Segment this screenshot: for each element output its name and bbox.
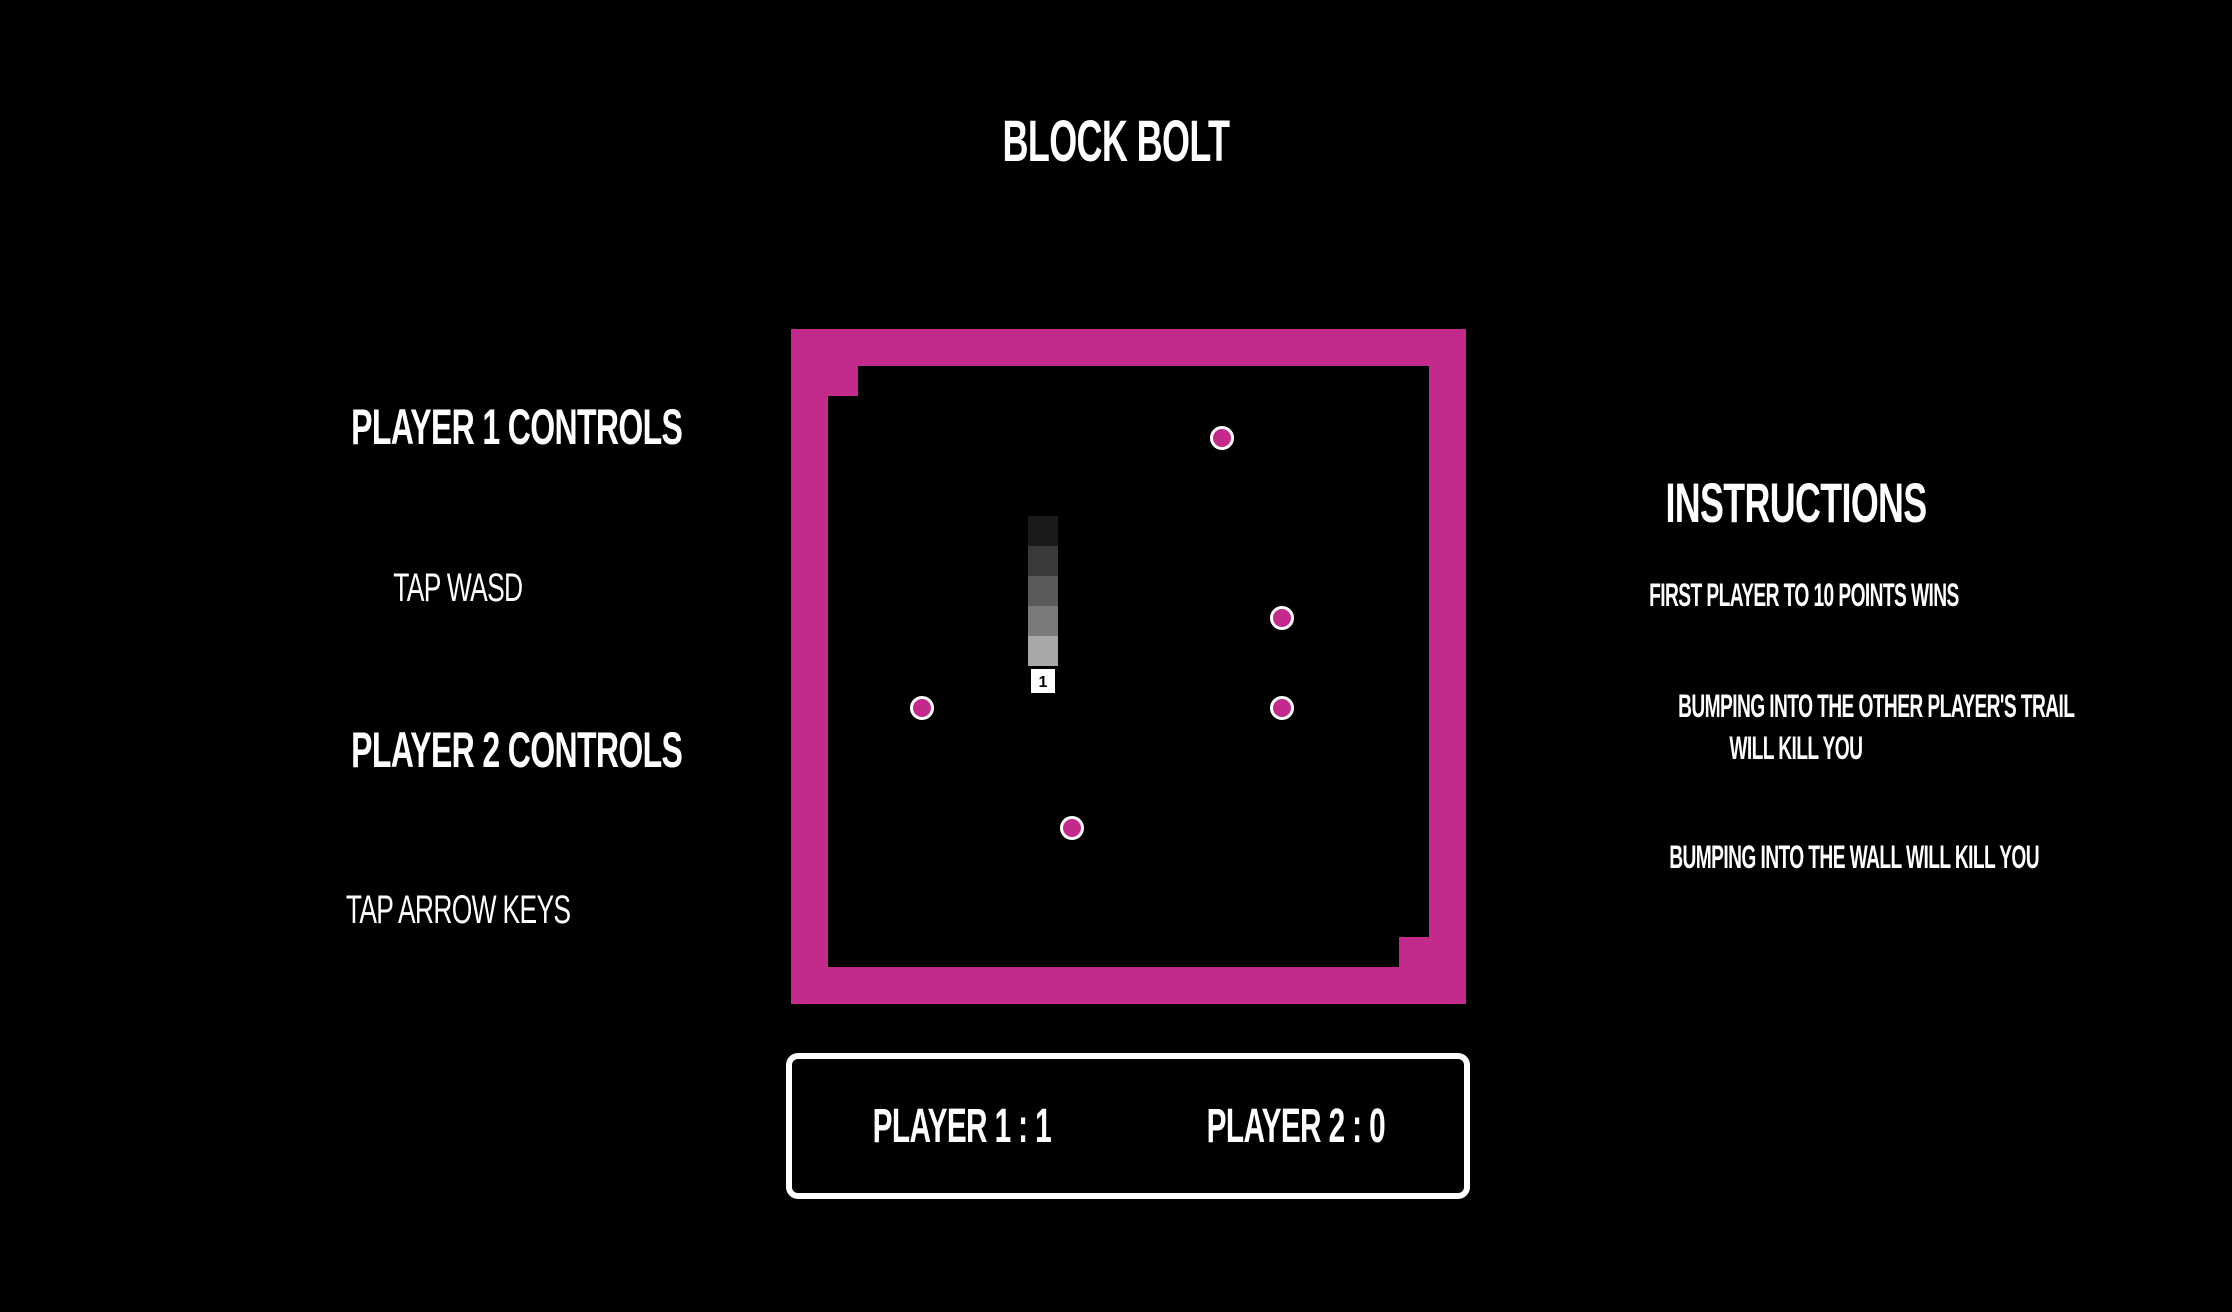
wall-corner-block: [828, 366, 858, 396]
player1-score: PLAYER 1 : 1: [872, 1100, 1052, 1153]
game-board[interactable]: 1: [791, 329, 1466, 1004]
player2-controls-heading: PLAYER 2 CONTROLS: [351, 722, 683, 778]
instruction-line: WILL KILL YOU: [1729, 730, 1863, 766]
trail-segment: [1028, 546, 1058, 576]
player2-score: PLAYER 2 : 0: [1206, 1100, 1386, 1153]
player2-keys-wrap: TAP ARROW KEYS: [258, 888, 658, 933]
instructions-heading-wrap: INSTRUCTIONS: [1546, 470, 2046, 535]
player1-keys-text: TAP WASD: [393, 566, 523, 610]
wall-corner-block: [1399, 937, 1429, 967]
player2-controls-heading-wrap: PLAYER 2 CONTROLS: [258, 721, 683, 779]
instructions-heading: INSTRUCTIONS: [1665, 471, 1927, 534]
trail-segment: [1028, 636, 1058, 666]
scoreboard: PLAYER 1 : 1 PLAYER 2 : 0: [786, 1053, 1470, 1199]
player1-controls-heading: PLAYER 1 CONTROLS: [351, 399, 683, 455]
game-title: BLOCK BOLT: [1002, 109, 1230, 174]
instruction-line: BUMPING INTO THE OTHER PLAYER'S TRAIL: [1678, 688, 2075, 724]
pellet: [910, 696, 934, 720]
trail-segment: [1028, 576, 1058, 606]
player1-controls-heading-wrap: PLAYER 1 CONTROLS: [258, 398, 683, 456]
pellet: [1210, 426, 1234, 450]
instruction-line-wrap: BUMPING INTO THE OTHER PLAYER'S TRAIL: [1546, 685, 2075, 727]
player2-score-wrap: PLAYER 2 : 0: [1146, 1099, 1446, 1154]
player2-keys-text: TAP ARROW KEYS: [345, 888, 571, 932]
controls-panel: PLAYER 1 CONTROLS TAP WASD PLAYER 2 CONT…: [258, 0, 683, 1312]
trail-segment: [1028, 606, 1058, 636]
pellet: [1060, 816, 1084, 840]
instruction-line-wrap: FIRST PLAYER TO 10 POINTS WINS: [1546, 574, 2046, 616]
pellet: [1270, 606, 1294, 630]
instruction-line: FIRST PLAYER TO 10 POINTS WINS: [1649, 577, 1959, 613]
player1-head: 1: [1031, 669, 1055, 693]
instructions-panel: INSTRUCTIONS FIRST PLAYER TO 10 POINTS W…: [1546, 0, 2075, 1312]
trail-segment: [1028, 516, 1058, 546]
instruction-line-wrap: BUMPING INTO THE WALL WILL KILL YOU: [1546, 836, 2046, 878]
instruction-line: BUMPING INTO THE WALL WILL KILL YOU: [1669, 839, 2040, 875]
play-area: 1: [828, 366, 1429, 967]
player1-keys-wrap: TAP WASD: [258, 566, 658, 611]
pellet: [1270, 696, 1294, 720]
player1-score-wrap: PLAYER 1 : 1: [812, 1099, 1112, 1154]
instruction-line-wrap: WILL KILL YOU: [1546, 727, 2046, 769]
